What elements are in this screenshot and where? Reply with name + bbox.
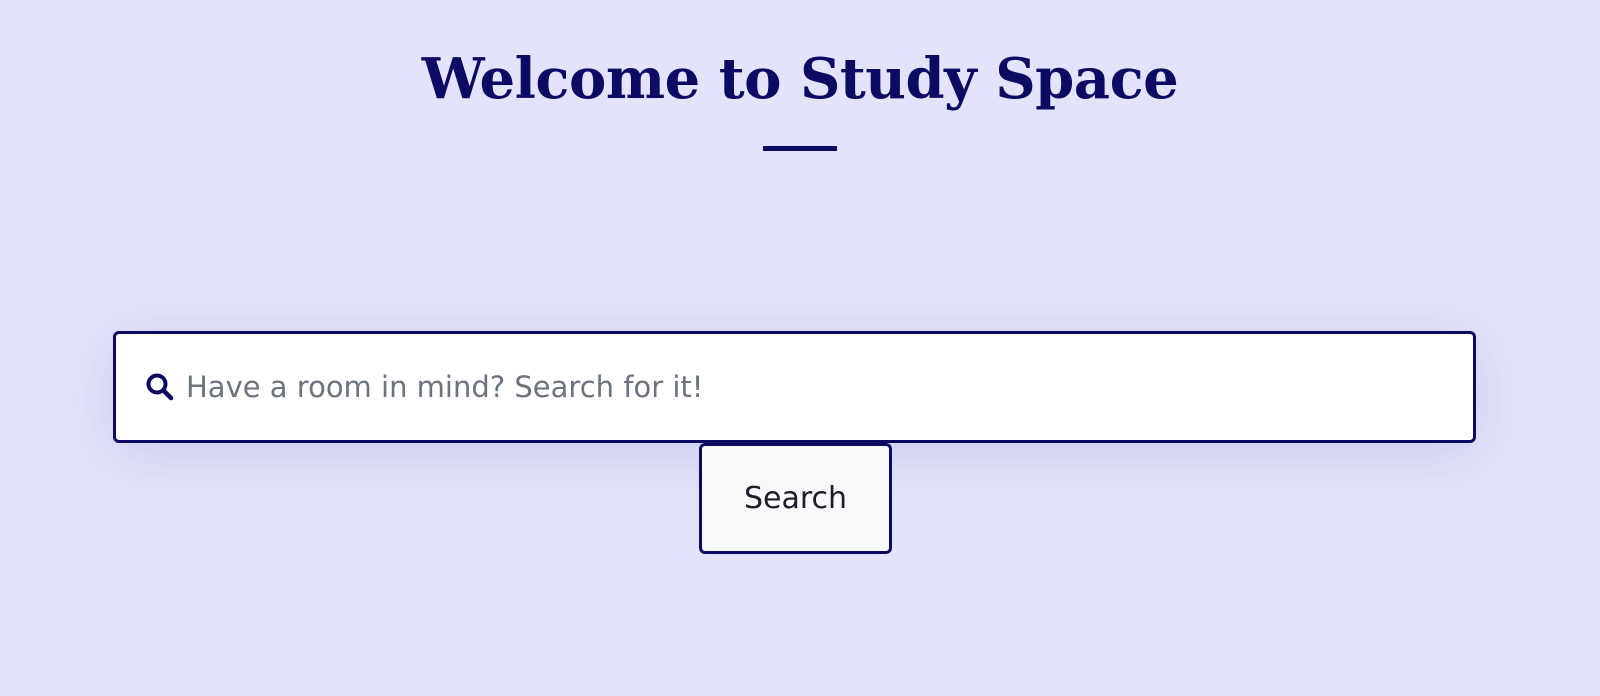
search-button[interactable]: Search <box>699 443 892 554</box>
search-area: Search <box>113 331 1476 554</box>
page-header: Welcome to Study Space <box>0 40 1600 151</box>
search-input[interactable] <box>186 357 1473 417</box>
search-icon <box>144 371 176 403</box>
search-box[interactable] <box>113 331 1476 443</box>
title-divider <box>763 146 837 151</box>
page-title: Welcome to Study Space <box>421 46 1179 112</box>
